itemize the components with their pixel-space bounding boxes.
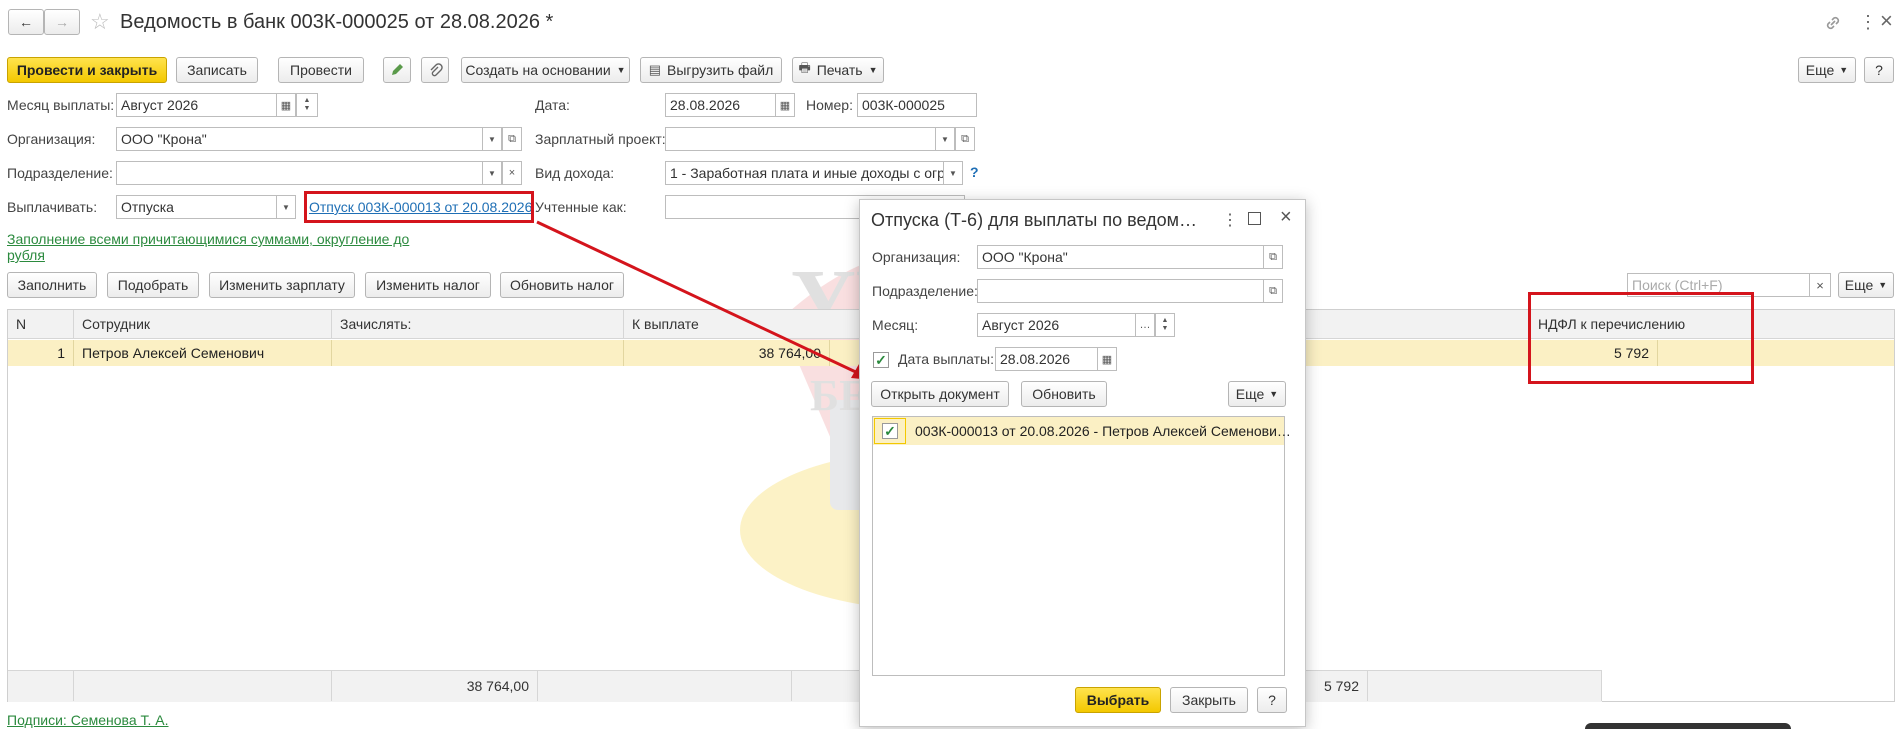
- dialog-help-button[interactable]: ?: [1257, 687, 1287, 713]
- list-item-text: 003К-000013 от 20.08.2026 - Петров Алекс…: [915, 423, 1291, 439]
- dialog-close-button[interactable]: Закрыть: [1170, 687, 1248, 713]
- open-form-icon: ⧉: [1269, 284, 1277, 297]
- calendar-icon: ▦: [1101, 353, 1113, 366]
- dialog-more-button[interactable]: Еще ▼: [1228, 381, 1286, 407]
- dialog-close-icon[interactable]: ×: [1280, 206, 1292, 229]
- dialog-division-label: Подразделение:: [872, 283, 978, 299]
- dialog-division-field[interactable]: [977, 279, 1265, 303]
- ellipsis-icon: …: [1139, 319, 1151, 331]
- dialog-title: Отпуска (Т-6) для выплаты по ведом…: [871, 210, 1197, 230]
- dialog-month-select-button[interactable]: …: [1135, 313, 1155, 337]
- dialog-more-icon[interactable]: ⋮: [1222, 210, 1238, 230]
- bottom-overlay-edge: [1585, 723, 1791, 729]
- spin-up-icon: ▲: [1161, 317, 1169, 324]
- dropdown-arrow-icon: ▼: [1269, 389, 1279, 399]
- dialog-pay-date-label: Дата выплаты:: [898, 351, 994, 367]
- open-document-button[interactable]: Открыть документ: [871, 381, 1009, 407]
- open-form-icon: ⧉: [1269, 250, 1277, 263]
- vacation-list: ✓ 003К-000013 от 20.08.2026 - Петров Але…: [872, 416, 1291, 676]
- dialog-month-spinner[interactable]: ▲ ▼: [1155, 313, 1175, 337]
- choose-button[interactable]: Выбрать: [1075, 687, 1161, 713]
- refresh-button[interactable]: Обновить: [1021, 381, 1107, 407]
- dialog-org-open-button[interactable]: ⧉: [1263, 245, 1283, 269]
- dialog-month-label: Месяц:: [872, 317, 919, 333]
- vacation-selection-dialog: Отпуска (Т-6) для выплаты по ведом… ⋮ × …: [859, 199, 1306, 727]
- dialog-pay-date-calendar[interactable]: ▦: [1097, 347, 1117, 371]
- list-item[interactable]: ✓ 003К-000013 от 20.08.2026 - Петров Але…: [873, 417, 1291, 445]
- list-item-checkbox[interactable]: ✓: [882, 423, 898, 439]
- spin-down-icon: ▼: [1161, 325, 1169, 332]
- dialog-month-field[interactable]: Август 2026: [977, 313, 1137, 337]
- dialog-pay-date-field[interactable]: 28.08.2026: [995, 347, 1099, 371]
- dialog-maximize-icon[interactable]: [1248, 212, 1261, 225]
- dialog-org-field[interactable]: ООО "Крона": [977, 245, 1265, 269]
- dialog-org-label: Организация:: [872, 249, 961, 265]
- dialog-more-label: Еще: [1235, 386, 1265, 402]
- dialog-division-open-button[interactable]: ⧉: [1263, 279, 1283, 303]
- dialog-pay-date-checkbox[interactable]: ✓: [873, 352, 889, 368]
